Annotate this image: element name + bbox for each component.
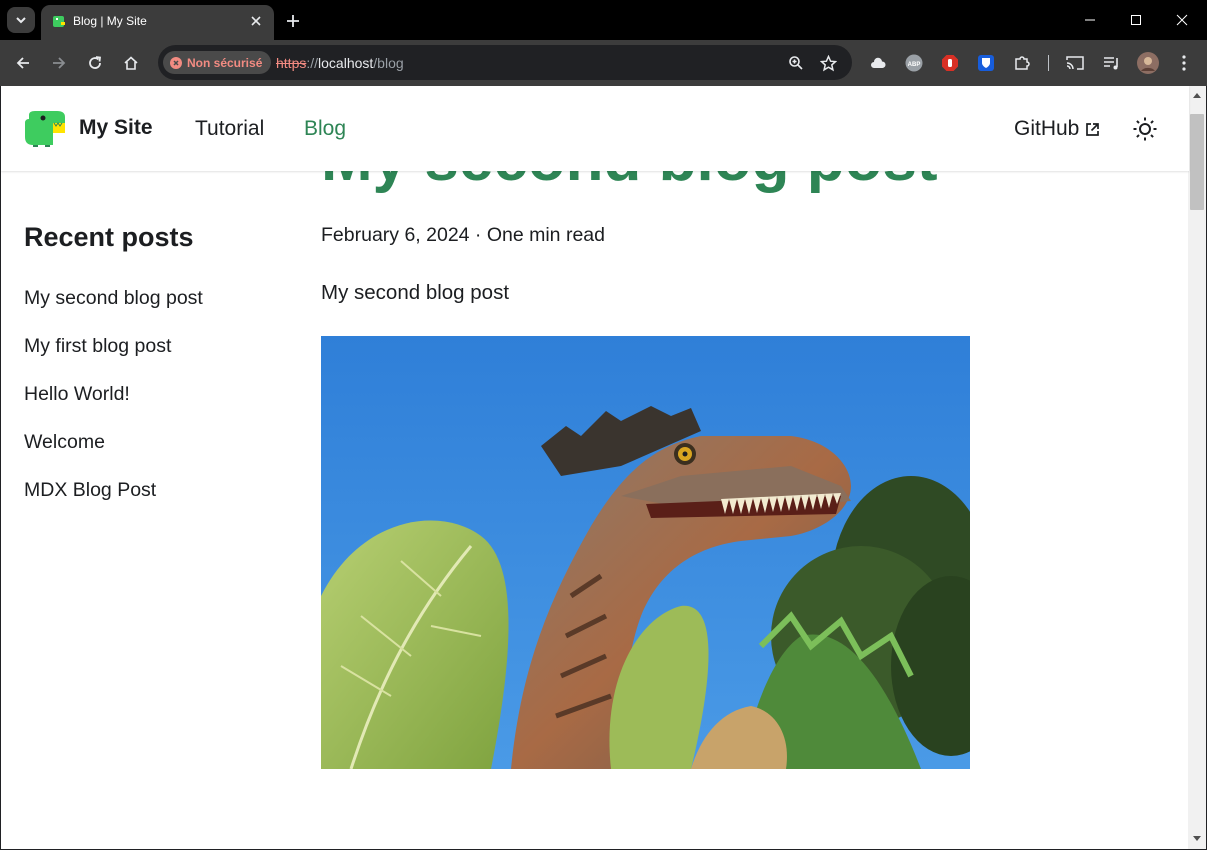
recent-posts-list: My second blog post My first blog post H… [24, 286, 203, 526]
url-path: /blog [373, 55, 404, 71]
external-link-icon [1086, 122, 1100, 136]
dinosaur-logo-icon [25, 111, 65, 147]
brand-title: My Site [79, 116, 153, 139]
close-icon [1176, 14, 1188, 26]
page-scrollbar[interactable] [1188, 86, 1206, 849]
url-scheme: https [276, 55, 307, 71]
bitwarden-icon [978, 55, 994, 71]
address-bar[interactable]: Non sécurisé https://localhost/blog [158, 45, 852, 80]
tab-search-button[interactable] [7, 7, 35, 33]
theme-toggle-button[interactable] [1130, 114, 1160, 144]
brand-link[interactable]: My Site [23, 109, 153, 147]
scroll-down-arrow[interactable] [1192, 834, 1202, 844]
avatar [1137, 52, 1159, 74]
extension-stop[interactable] [939, 52, 961, 74]
minimize-icon [1085, 19, 1095, 21]
url-separator: :// [306, 55, 319, 71]
sidebar-item-mdx-blog-post[interactable]: MDX Blog Post [24, 478, 203, 526]
sidebar-item-my-second-blog-post[interactable]: My second blog post [24, 286, 203, 334]
post-meta: February 6, 2024 · One min read [321, 224, 605, 246]
maximize-icon [1131, 15, 1141, 25]
sidebar-item-hello-world[interactable]: Hello World! [24, 382, 203, 430]
sun-icon [1133, 117, 1157, 141]
minimize-button[interactable] [1067, 0, 1113, 40]
close-icon [251, 16, 261, 26]
zoom-button[interactable] [786, 53, 806, 73]
back-button[interactable] [9, 49, 37, 77]
url-host: localhost [318, 55, 374, 71]
puzzle-icon [1015, 56, 1030, 70]
chevron-down-icon [16, 17, 26, 24]
error-circle-icon [170, 56, 182, 69]
site-navbar: My Site Tutorial Blog GitHub [1, 86, 1189, 171]
cast-icon [1066, 56, 1084, 70]
security-label: Non sécurisé [187, 55, 263, 70]
scroll-thumb[interactable] [1190, 114, 1204, 210]
playlist-icon [1104, 57, 1118, 70]
toolbar-separator [1048, 55, 1049, 71]
browser-toolbar: Non sécurisé https://localhost/blog ABP [0, 40, 1207, 86]
reload-icon [89, 56, 102, 69]
page-viewport: My second blog post My Site Tutorial Blo… [0, 86, 1207, 850]
hand-stop-icon [942, 55, 958, 71]
cloud-icon [871, 57, 886, 68]
dinosaur-image [321, 336, 970, 769]
github-label: GitHub [1014, 117, 1080, 140]
nav-link-tutorial[interactable]: Tutorial [195, 117, 264, 141]
plus-icon [287, 15, 299, 27]
forward-button[interactable] [45, 49, 73, 77]
sidebar-item-my-first-blog-post[interactable]: My first blog post [24, 334, 203, 382]
nav-link-blog[interactable]: Blog [304, 117, 346, 141]
extension-adblock[interactable]: ABP [903, 52, 925, 74]
browser-tab-active[interactable]: Blog | My Site [41, 5, 274, 40]
cast-button[interactable] [1064, 52, 1086, 74]
star-icon [819, 54, 837, 71]
sidebar-item-welcome[interactable]: Welcome [24, 430, 203, 478]
adblock-icon: ABP [905, 54, 923, 72]
bookmark-button[interactable] [818, 53, 838, 73]
reload-button[interactable] [81, 49, 109, 77]
arrow-up-icon [1193, 93, 1201, 98]
zoom-icon [789, 56, 803, 70]
tab-close-button[interactable] [246, 11, 266, 31]
tab-strip: Blog | My Site [0, 0, 1207, 40]
dinosaur-illustration [321, 336, 970, 769]
arrow-right-icon [53, 57, 66, 69]
more-vertical-icon [1182, 55, 1186, 71]
url-text[interactable]: https://localhost/blog [276, 55, 404, 71]
scroll-up-arrow[interactable] [1192, 90, 1202, 100]
dinosaur-favicon-icon [53, 16, 65, 27]
post-body: My second blog post [321, 281, 510, 304]
arrow-left-icon [16, 57, 29, 69]
extensions-button[interactable] [1011, 52, 1033, 74]
nav-link-github[interactable]: GitHub [1014, 117, 1100, 141]
maximize-button[interactable] [1113, 0, 1159, 40]
tab-title: Blog | My Site [73, 14, 147, 28]
svg-text:ABP: ABP [908, 62, 921, 68]
home-button[interactable] [117, 49, 145, 77]
browser-menu-button[interactable] [1173, 52, 1195, 74]
new-tab-button[interactable] [282, 10, 304, 32]
security-chip[interactable]: Non sécurisé [163, 51, 272, 74]
sidebar-title: Recent posts [24, 222, 194, 252]
arrow-down-icon [1193, 836, 1201, 841]
close-window-button[interactable] [1159, 0, 1205, 40]
media-button[interactable] [1101, 52, 1123, 74]
profile-button[interactable] [1137, 52, 1159, 74]
extension-bitwarden[interactable] [975, 52, 997, 74]
extension-cloud[interactable] [867, 52, 889, 74]
home-icon [124, 56, 138, 70]
